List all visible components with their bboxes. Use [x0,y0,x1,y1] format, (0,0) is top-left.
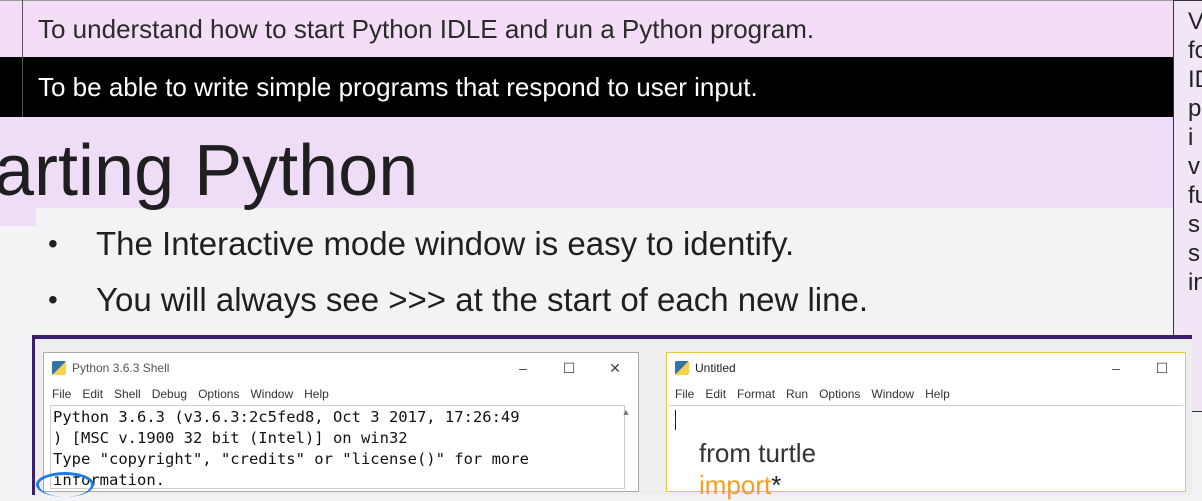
side-text-line: v [1188,153,1200,180]
window-controls: – ☐ [1093,360,1185,377]
decorative-tab [0,206,36,226]
list-item: • The Interactive mode window is easy to … [48,216,868,272]
editor-window-title: Untitled [695,361,736,375]
minimize-icon[interactable]: – [1093,360,1139,377]
bullet-list: • The Interactive mode window is easy to … [48,216,868,328]
objective-2: To be able to write simple programs that… [0,57,1174,117]
side-text-line: in [1188,269,1202,296]
bullet-icon: • [48,284,58,315]
menu-edit[interactable]: Edit [705,387,726,401]
menu-help[interactable]: Help [925,387,950,401]
shell-line: Type "copyright", "credits" or "license(… [53,450,529,468]
editor-menubar: File Edit Format Run Options Window Help [667,383,1185,405]
shell-window-title: Python 3.6.3 Shell [72,361,170,375]
minimize-icon[interactable]: – [500,360,546,377]
code-suffix: * [771,470,782,500]
side-text-line: fu [1188,182,1202,209]
shell-line: information. [53,471,165,489]
code-line: import* [699,470,781,501]
python-shell-window[interactable]: Python 3.6.3 Shell – ☐ ✕ File Edit Shell… [43,352,639,492]
click-highlight-icon [36,472,94,497]
python-icon [52,361,66,375]
window-controls: – ☐ ✕ [500,360,638,377]
menu-shell[interactable]: Shell [114,387,141,401]
menu-run[interactable]: Run [786,387,808,401]
menu-help[interactable]: Help [304,387,329,401]
menu-file[interactable]: File [675,387,694,401]
bullet-text: The Interactive mode window is easy to i… [96,225,795,262]
side-text-line: s [1188,240,1200,267]
slide-title: arting Python [0,131,419,211]
menu-debug[interactable]: Debug [152,387,187,401]
list-item: • You will always see >>> at the start of… [48,272,868,328]
menu-edit[interactable]: Edit [82,387,103,401]
divider [22,0,23,117]
menu-file[interactable]: File [52,387,71,401]
editor-window[interactable]: Untitled – ☐ File Edit Format Run Option… [666,352,1186,500]
shell-titlebar[interactable]: Python 3.6.3 Shell – ☐ ✕ [44,353,638,383]
maximize-icon[interactable]: ☐ [1139,360,1185,377]
code-keyword: import [699,470,772,500]
shell-output[interactable]: Python 3.6.3 (v3.6.3:2c5fed8, Oct 3 2017… [50,405,625,489]
menu-options[interactable]: Options [198,387,239,401]
side-text-line: fo [1188,37,1202,64]
side-text-line: IDL [1188,66,1202,93]
side-text-line: s [1188,211,1200,238]
scroll-up-icon[interactable]: ▲ [620,407,632,417]
menu-window[interactable]: Window [250,387,293,401]
side-text-line: p [1188,95,1202,122]
menu-options[interactable]: Options [819,387,860,401]
objective-1: To understand how to start Python IDLE a… [0,0,1174,57]
shell-line: Python 3.6.3 (v3.6.3:2c5fed8, Oct 3 2017… [53,408,520,426]
side-text-line: i [1188,124,1194,151]
code-line: from turtle [699,438,817,468]
shell-line: ) [MSC v.1900 32 bit (Intel)] on win32 [53,429,408,447]
bullet-icon: • [48,228,58,259]
editor-titlebar[interactable]: Untitled – ☐ [667,353,1185,383]
shell-menubar: File Edit Shell Debug Options Window Hel… [44,383,638,405]
menu-format[interactable]: Format [737,387,775,401]
close-icon[interactable]: ✕ [592,360,638,377]
text-caret [675,410,676,430]
side-text-line: V [1188,7,1202,36]
maximize-icon[interactable]: ☐ [546,360,592,377]
code-editor[interactable]: from turtle import* [669,405,1183,500]
menu-window[interactable]: Window [871,387,914,401]
bullet-text: You will always see >>> at the start of … [96,281,868,318]
python-icon [675,361,689,375]
